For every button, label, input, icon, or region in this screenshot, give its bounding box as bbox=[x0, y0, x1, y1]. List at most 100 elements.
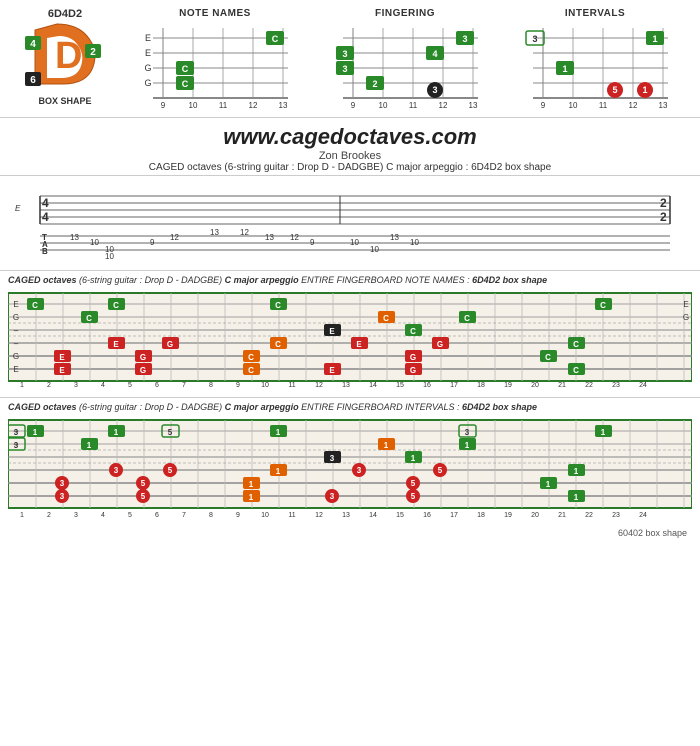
svg-text:C: C bbox=[32, 301, 38, 310]
svg-text:2: 2 bbox=[47, 382, 51, 388]
svg-text:E: E bbox=[59, 366, 65, 375]
svg-text:3: 3 bbox=[60, 492, 65, 501]
svg-text:C: C bbox=[383, 314, 389, 323]
svg-text:3: 3 bbox=[462, 34, 467, 44]
svg-text:3: 3 bbox=[114, 466, 119, 475]
svg-text:14: 14 bbox=[369, 382, 377, 388]
svg-text:22: 22 bbox=[585, 512, 593, 519]
svg-text:10: 10 bbox=[568, 101, 577, 110]
svg-text:E: E bbox=[13, 300, 18, 309]
svg-text:3: 3 bbox=[432, 85, 437, 95]
svg-text:13: 13 bbox=[390, 233, 399, 242]
svg-text:12: 12 bbox=[170, 233, 179, 242]
svg-text:3: 3 bbox=[357, 466, 362, 475]
svg-text:12: 12 bbox=[240, 228, 249, 237]
svg-text:2: 2 bbox=[660, 210, 667, 224]
svg-text:10: 10 bbox=[105, 252, 114, 261]
svg-text:6: 6 bbox=[155, 512, 159, 519]
svg-text:1: 1 bbox=[114, 428, 119, 437]
svg-text:5: 5 bbox=[612, 85, 617, 95]
svg-text:3: 3 bbox=[14, 428, 19, 437]
svg-text:C: C bbox=[181, 79, 188, 89]
svg-text:23: 23 bbox=[612, 512, 620, 519]
svg-text:E: E bbox=[15, 204, 21, 213]
svg-text:9: 9 bbox=[236, 512, 240, 519]
svg-text:E: E bbox=[329, 327, 335, 336]
svg-text:1: 1 bbox=[249, 493, 254, 502]
svg-text:1: 1 bbox=[249, 480, 254, 489]
svg-text:4: 4 bbox=[101, 382, 105, 388]
svg-text:1: 1 bbox=[574, 493, 579, 502]
website-info: www.cagedoctaves.com Zon Brookes CAGED o… bbox=[0, 118, 700, 176]
svg-text:C: C bbox=[113, 301, 119, 310]
svg-text:13: 13 bbox=[342, 382, 350, 388]
svg-text:C: C bbox=[600, 301, 606, 310]
svg-text:G: G bbox=[683, 313, 689, 322]
svg-text:9: 9 bbox=[350, 101, 355, 110]
svg-text:7: 7 bbox=[182, 382, 186, 388]
svg-text:3: 3 bbox=[74, 382, 78, 388]
svg-text:11: 11 bbox=[408, 101, 417, 110]
svg-text:16: 16 bbox=[423, 382, 431, 388]
badge-label: 6D4D2 bbox=[48, 8, 82, 20]
svg-text:22: 22 bbox=[585, 382, 593, 388]
svg-text:C: C bbox=[275, 340, 281, 349]
svg-text:12: 12 bbox=[315, 382, 323, 388]
website-url: www.cagedoctaves.com bbox=[0, 124, 700, 150]
svg-text:E: E bbox=[144, 33, 150, 43]
svg-text:4: 4 bbox=[101, 512, 105, 519]
svg-text:15: 15 bbox=[396, 382, 404, 388]
svg-text:C: C bbox=[573, 366, 579, 375]
svg-text:B: B bbox=[42, 247, 48, 256]
diagram-note-names: NOTE NAMES E C E bbox=[128, 8, 303, 113]
svg-text:5: 5 bbox=[168, 466, 173, 475]
svg-text:G: G bbox=[167, 340, 173, 349]
svg-text:C: C bbox=[275, 301, 281, 310]
svg-text:13: 13 bbox=[265, 233, 274, 242]
svg-text:C: C bbox=[573, 340, 579, 349]
svg-text:10: 10 bbox=[90, 238, 99, 247]
fingerboard-title-1: CAGED octaves (6-string guitar : Drop D … bbox=[8, 275, 692, 285]
svg-text:24: 24 bbox=[639, 382, 647, 388]
svg-text:10: 10 bbox=[350, 238, 359, 247]
svg-text:21: 21 bbox=[558, 512, 566, 519]
svg-text:1: 1 bbox=[384, 441, 389, 450]
svg-text:1: 1 bbox=[411, 454, 416, 463]
svg-text:10: 10 bbox=[370, 245, 379, 254]
svg-text:–: – bbox=[14, 326, 19, 335]
svg-text:24: 24 bbox=[639, 512, 647, 519]
svg-text:1: 1 bbox=[276, 428, 281, 437]
svg-text:C: C bbox=[410, 327, 416, 336]
svg-text:8: 8 bbox=[209, 512, 213, 519]
fingerboard-intervals: CAGED octaves (6-string guitar : Drop D … bbox=[0, 398, 700, 542]
svg-text:5: 5 bbox=[168, 428, 173, 437]
badge-area: 6D4D2 D 4 2 6 BOX SHAPE bbox=[10, 8, 120, 106]
svg-text:C: C bbox=[181, 64, 188, 74]
svg-text:3: 3 bbox=[60, 479, 65, 488]
svg-text:4: 4 bbox=[42, 196, 49, 210]
svg-text:1: 1 bbox=[546, 480, 551, 489]
svg-text:15: 15 bbox=[396, 512, 404, 519]
bottom-badge: 60402 box shape bbox=[618, 528, 687, 538]
svg-text:C: C bbox=[248, 366, 254, 375]
svg-text:1: 1 bbox=[574, 467, 579, 476]
svg-text:4: 4 bbox=[432, 49, 437, 59]
svg-text:E: E bbox=[113, 340, 119, 349]
svg-text:1: 1 bbox=[562, 64, 567, 74]
svg-text:6: 6 bbox=[155, 382, 159, 388]
svg-text:13: 13 bbox=[210, 228, 219, 237]
box-shape-label: BOX SHAPE bbox=[38, 96, 91, 106]
svg-text:3: 3 bbox=[330, 454, 335, 463]
svg-text:1: 1 bbox=[652, 34, 657, 44]
svg-text:10: 10 bbox=[188, 101, 197, 110]
svg-text:D: D bbox=[55, 35, 82, 77]
svg-text:12: 12 bbox=[248, 101, 257, 110]
svg-text:2: 2 bbox=[47, 512, 51, 519]
svg-text:11: 11 bbox=[598, 101, 607, 110]
diagram-title-2: FINGERING bbox=[375, 8, 435, 19]
svg-text:12: 12 bbox=[628, 101, 637, 110]
svg-text:13: 13 bbox=[342, 512, 350, 519]
svg-text:G: G bbox=[410, 353, 416, 362]
svg-text:G: G bbox=[13, 352, 19, 361]
svg-text:11: 11 bbox=[288, 382, 295, 388]
